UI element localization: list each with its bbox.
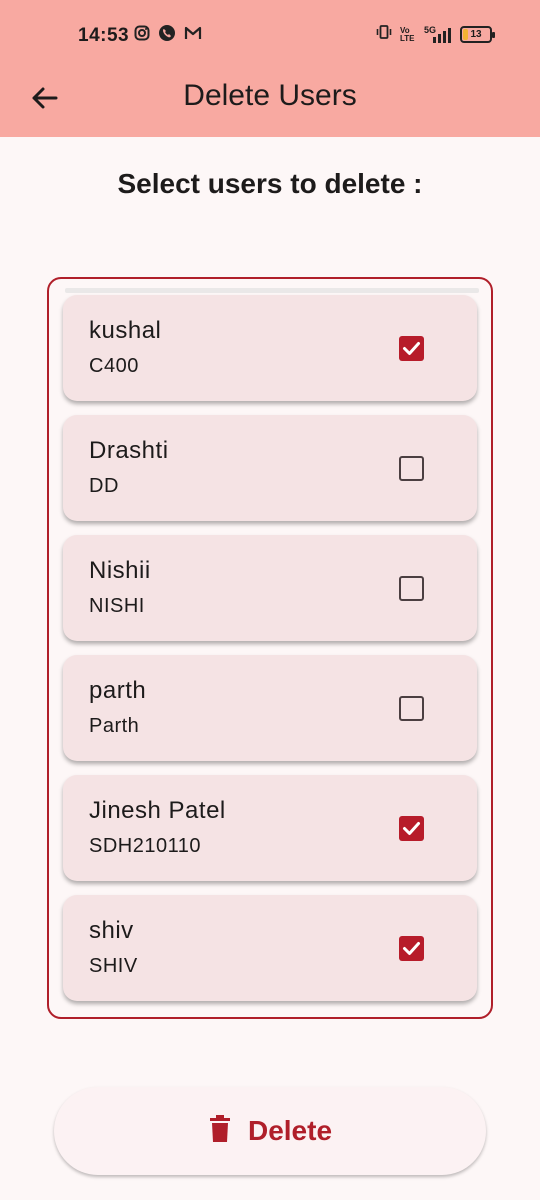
- section-heading: Select users to delete :: [117, 168, 423, 199]
- volte-icon: Vo LTE: [400, 25, 415, 43]
- user-code: DD: [89, 475, 119, 497]
- user-name: Drashti: [89, 437, 169, 464]
- list-scroll-edge: [65, 288, 479, 293]
- user-checkbox-drashti[interactable]: [399, 456, 424, 481]
- checkmark-icon: [403, 342, 420, 355]
- user-card-shiv[interactable]: shiv SHIV: [63, 895, 477, 1001]
- user-checkbox-kushal[interactable]: [399, 336, 424, 361]
- users-list[interactable]: kushal C400 Drashti DD Nishii NISHI part…: [47, 277, 493, 1019]
- notification-icons: [134, 24, 202, 47]
- user-code: SDH210110: [89, 835, 201, 857]
- user-name: kushal: [89, 317, 162, 344]
- user-name: parth: [89, 677, 147, 704]
- user-checkbox-shiv[interactable]: [399, 936, 424, 961]
- user-card-nishii[interactable]: Nishii NISHI: [63, 535, 477, 641]
- battery-level-text: 13: [470, 29, 482, 40]
- delete-button-label: Delete: [247, 1115, 333, 1146]
- user-card-parth[interactable]: parth Parth: [63, 655, 477, 761]
- user-card-drashti[interactable]: Drashti DD: [63, 415, 477, 521]
- vibrate-icon: [376, 24, 392, 45]
- user-code: SHIV: [89, 955, 138, 977]
- signal-5g-icon: 5G: [424, 25, 452, 43]
- user-checkbox-parth[interactable]: [399, 696, 424, 721]
- battery-level-fill: [463, 29, 468, 40]
- whatsapp-icon: [158, 24, 176, 47]
- user-name: Nishii: [89, 557, 151, 584]
- trash-icon: [208, 1114, 232, 1148]
- user-name: shiv: [89, 917, 134, 944]
- user-code: C400: [89, 355, 139, 377]
- system-icons: Vo LTE 5G 13: [376, 24, 495, 45]
- user-code: NISHI: [89, 595, 145, 617]
- checkmark-icon: [403, 822, 420, 835]
- user-card-jinesh-patel[interactable]: Jinesh Patel SDH210110: [63, 775, 477, 881]
- user-code: Parth: [89, 715, 140, 737]
- page-title: Delete Users: [183, 79, 357, 112]
- delete-button[interactable]: Delete: [54, 1087, 486, 1175]
- user-name: Jinesh Patel: [89, 797, 226, 824]
- user-checkbox-nishii[interactable]: [399, 576, 424, 601]
- status-bar: 14:53 Vo LTE 5G 13: [0, 0, 540, 70]
- gmail-icon: [184, 26, 202, 45]
- instagram-icon: [134, 25, 150, 46]
- checkmark-icon: [403, 942, 420, 955]
- status-time: 14:53: [78, 25, 130, 46]
- battery-icon: 13: [460, 26, 495, 43]
- user-card-kushal[interactable]: kushal C400: [63, 295, 477, 401]
- user-checkbox-jinesh-patel[interactable]: [399, 816, 424, 841]
